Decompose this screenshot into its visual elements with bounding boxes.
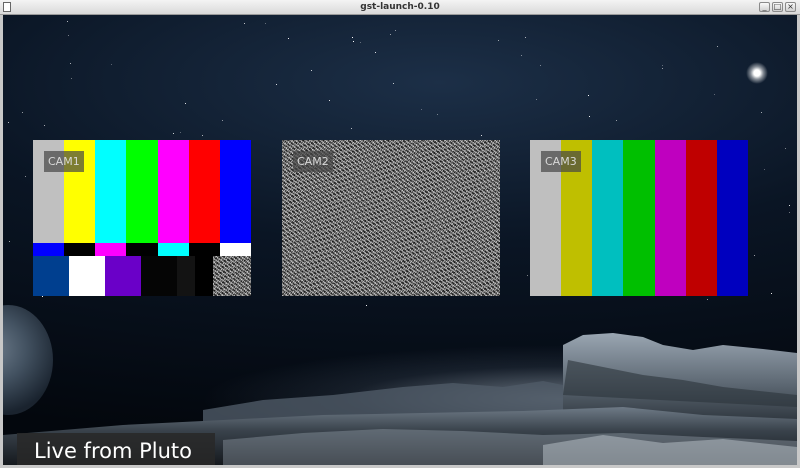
gstreamer-window: gst-launch-0.10 _ □ × CAM1 CAM2 CAM3 Liv… [0,0,800,468]
smpte-bottom-bars [33,256,251,296]
smpte-top-bar-6 [219,140,251,243]
smpte-mid-bar-6 [219,243,251,256]
smpte-bottom-bar-3 [141,256,177,296]
smpte-mid-bar-4 [157,243,189,256]
minimize-icon: _ [762,2,767,11]
smpte75-bar-6 [716,140,748,296]
video-output: CAM1 CAM2 CAM3 Live from Pluto [3,15,797,465]
smpte-top-bar-5 [188,140,220,243]
smpte75-bar-2 [592,140,624,296]
smpte-noise-block [213,256,251,296]
smpte-bottom-bar-1 [69,256,105,296]
camera-2-label: CAM2 [293,151,333,172]
smpte75-bar-4 [654,140,686,296]
smpte-mid-bar-0 [33,243,65,256]
maximize-icon: □ [773,2,782,11]
smpte75-bar-5 [685,140,717,296]
smpte-top-bar-3 [126,140,158,243]
smpte-mid-bar-1 [64,243,96,256]
smpte75-bar-3 [623,140,655,296]
caption-overlay: Live from Pluto [17,433,215,465]
smpte-mid-bar-5 [188,243,220,256]
camera-3-label: CAM3 [541,151,581,172]
smpte-bottom-bar-4 [177,256,195,296]
camera-3-panel: CAM3 [530,140,748,296]
close-icon: × [787,2,794,11]
smpte-bottom-bar-0 [33,256,69,296]
smpte-bottom-bar-2 [105,256,141,296]
camera-1-label: CAM1 [44,151,84,172]
maximize-button[interactable]: □ [772,2,783,12]
smpte-mid-bar-3 [126,243,158,256]
caption-text: Live from Pluto [34,439,192,463]
close-button[interactable]: × [785,2,796,12]
camera-2-panel: CAM2 [282,140,500,296]
window-title: gst-launch-0.10 [360,2,440,12]
smpte-top-bar-4 [157,140,189,243]
smpte-middle-bars [33,243,251,256]
minimize-button[interactable]: _ [759,2,770,12]
smpte-top-bar-2 [95,140,127,243]
smpte-mid-bar-2 [95,243,127,256]
smpte-bottom-bar-5 [195,256,213,296]
camera-1-panel: CAM1 [33,140,251,296]
title-bar[interactable]: gst-launch-0.10 _ □ × [0,0,800,15]
